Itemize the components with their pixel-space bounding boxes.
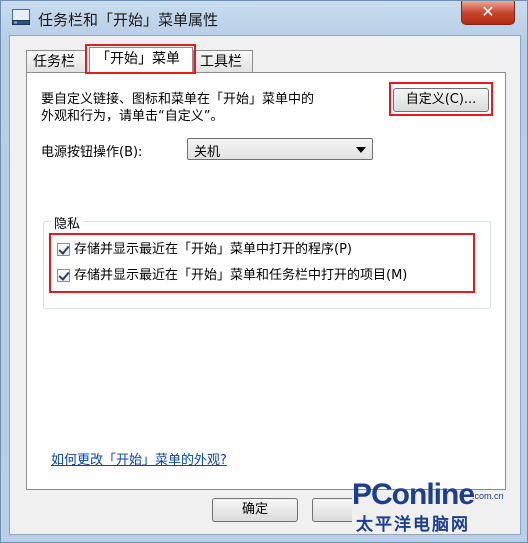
taskbar-icon [12, 9, 30, 25]
description-text: 要自定义链接、图标和菜单在「开始」菜单中的 外观和行为，请单击“自定义”。 [41, 91, 371, 125]
window-title: 任务栏和「开始」菜单属性 [38, 11, 219, 29]
power-button-select[interactable]: 关机 [187, 138, 373, 160]
close-button[interactable]: ✕ [461, 1, 515, 25]
tab-label: 工具栏 [200, 54, 242, 70]
highlight-box-privacy [49, 233, 475, 293]
tab-taskbar[interactable]: 任务栏 [26, 50, 86, 72]
chevron-down-icon [356, 147, 366, 153]
highlight-box-customize [389, 82, 493, 116]
ok-button-label: 确定 [241, 502, 268, 517]
tab-toolbars[interactable]: 工具栏 [193, 50, 253, 72]
dialog-client: 任务栏 「开始」菜单 工具栏 要自定义链接、图标和菜单在「开始」菜单中的 外观和… [9, 35, 521, 535]
pconline-domain: .com.cn [472, 491, 504, 501]
privacy-group-title: 隐私 [51, 213, 84, 232]
description-line: 外观和行为，请单击“自定义”。 [41, 109, 224, 124]
tab-label: 任务栏 [33, 54, 75, 70]
highlight-box-start-tab [85, 44, 196, 74]
title-bar: 任务栏和「开始」菜单属性 ✕ [1, 1, 527, 35]
description-line: 要自定义链接、图标和菜单在「开始」菜单中的 [41, 92, 315, 107]
ok-button[interactable]: 确定 [212, 498, 298, 522]
tab-panel-start-menu: 要自定义链接、图标和菜单在「开始」菜单中的 外观和行为，请单击“自定义”。 自定… [26, 72, 506, 490]
pconline-watermark: PConline .com.cn 太平洋电脑网 [338, 474, 514, 535]
power-button-value: 关机 [194, 145, 221, 160]
pconline-chinese-name: 太平洋电脑网 [356, 515, 470, 535]
close-icon: ✕ [481, 2, 495, 21]
help-link[interactable]: 如何更改「开始」菜单的外观? [51, 449, 227, 468]
power-button-label: 电源按钮操作(B): [41, 145, 143, 160]
dialog-window: 任务栏和「开始」菜单属性 ✕ 任务栏 「开始」菜单 工具栏 要自定义链接、图标和… [0, 0, 528, 543]
pconline-logo: PConline [352, 478, 475, 511]
